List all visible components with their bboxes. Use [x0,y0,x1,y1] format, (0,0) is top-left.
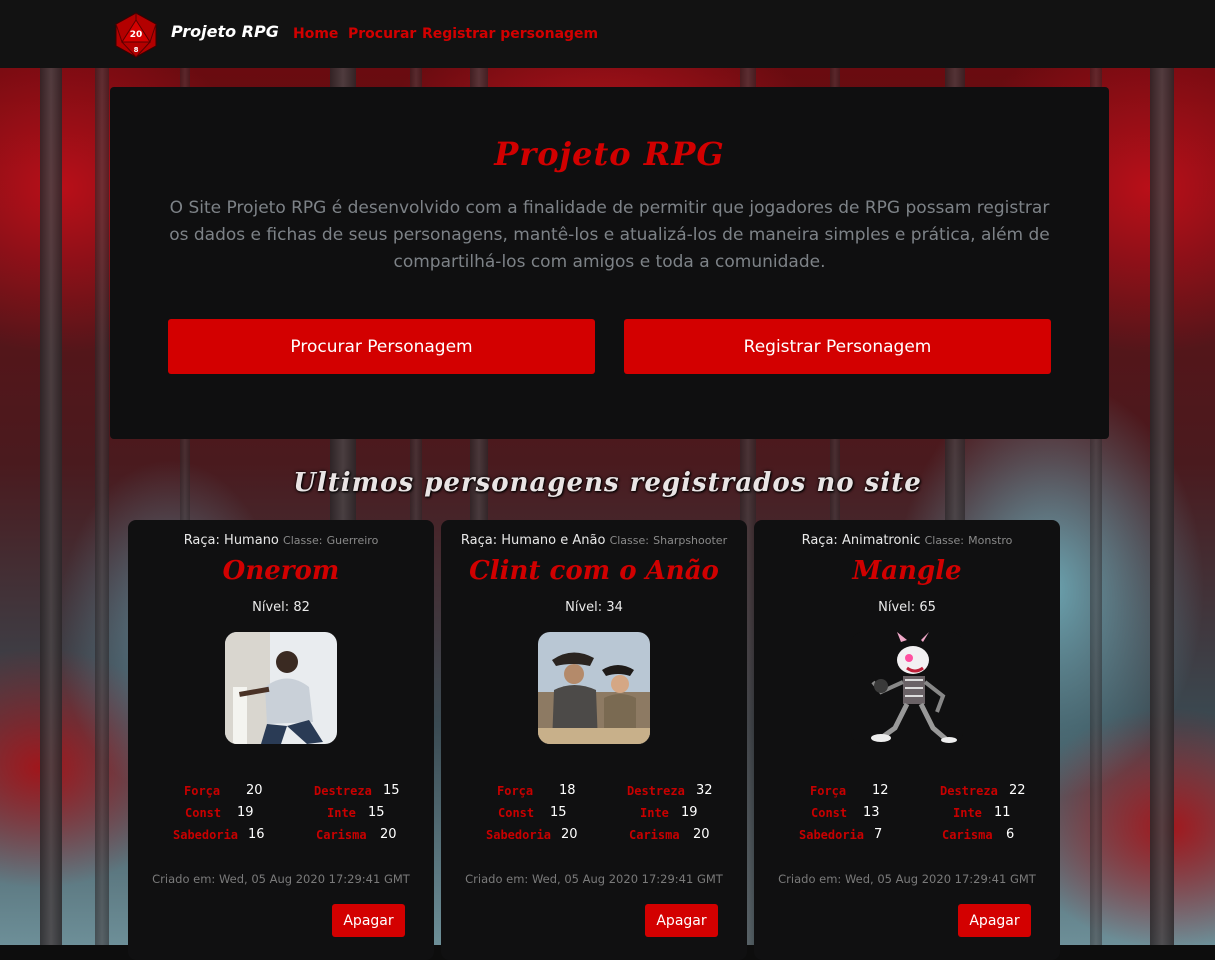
dexterity-value: 32 [696,783,713,798]
class-value: Guerreiro [326,534,379,547]
brand-name[interactable]: Projeto RPG [171,22,279,41]
character-level: Nível: 82 [252,600,310,615]
strength-label: Força [184,784,221,798]
character-avatar [538,632,650,744]
wisdom-value: 20 [561,827,578,842]
charisma-label: Carisma [629,828,680,842]
character-card: Raça: Humano Classe: Guerreiro Onerom Ní… [128,520,434,960]
wisdom-label: Sabedoria [799,828,865,842]
intelligence-value: 19 [681,805,698,820]
character-name[interactable]: Mangle [754,556,1060,586]
delete-button[interactable]: Apagar [332,904,405,937]
character-level: Nível: 34 [565,600,623,615]
delete-button[interactable]: Apagar [645,904,718,937]
navbar: 20 8 Projeto RPG Home Procurar Registrar… [0,0,1215,68]
strength-label: Força [810,784,847,798]
constitution-label: Const [498,806,535,820]
dexterity-label: Destreza [940,784,998,798]
charisma-value: 20 [380,827,397,842]
character-level: Nível: 65 [878,600,936,615]
hero-panel: Projeto RPG O Site Projeto RPG é desenvo… [110,87,1109,439]
hero-description: O Site Projeto RPG é desenvolvido com a … [169,198,1050,272]
character-meta: Raça: Humano e Anão Classe: Sharpshooter [460,533,728,548]
dexterity-label: Destreza [627,784,685,798]
dexterity-value: 15 [383,783,400,798]
character-meta: Raça: Humano Classe: Guerreiro [183,533,379,548]
intelligence-value: 11 [994,805,1011,820]
charisma-value: 6 [1006,827,1015,842]
constitution-label: Const [811,806,848,820]
race-value: Humano e Anão [501,533,606,548]
search-character-button[interactable]: Procurar Personagem [168,319,595,374]
wisdom-label: Sabedoria [486,828,552,842]
race-value: Humano [224,533,279,548]
created-date: Criado em: Wed, 05 Aug 2020 17:29:41 GMT [465,872,723,886]
character-name[interactable]: Clint com o Anão [441,556,747,586]
strength-value: 18 [559,783,576,798]
nav-register-character[interactable]: Registrar personagem [422,26,598,42]
class-value: Monstro [968,534,1013,547]
intelligence-label: Inte [953,806,982,820]
created-date: Criado em: Wed, 05 Aug 2020 17:29:41 GMT [778,872,1036,886]
constitution-value: 15 [550,805,567,820]
character-avatar [851,632,963,744]
svg-text:8: 8 [134,46,139,54]
character-card: Raça: Animatronic Classe: Monstro Mangle… [754,520,1060,960]
svg-text:20: 20 [130,30,143,40]
nav-home[interactable]: Home [293,26,338,42]
hero-title: Projeto RPG [494,135,725,173]
charisma-label: Carisma [942,828,993,842]
dexterity-label: Destreza [314,784,372,798]
constitution-value: 19 [237,805,254,820]
strength-value: 20 [246,783,263,798]
d20-logo-icon[interactable]: 20 8 [113,12,159,58]
wisdom-value: 16 [248,827,265,842]
charisma-value: 20 [693,827,710,842]
delete-button[interactable]: Apagar [958,904,1031,937]
section-title: Ultimos personagens registrados no site [293,468,922,498]
intelligence-label: Inte [640,806,669,820]
character-card: Raça: Humano e Anão Classe: Sharpshooter… [441,520,747,960]
wisdom-label: Sabedoria [173,828,239,842]
register-character-button[interactable]: Registrar Personagem [624,319,1051,374]
strength-label: Força [497,784,534,798]
dexterity-value: 22 [1009,783,1026,798]
character-name[interactable]: Onerom [128,556,434,586]
charisma-label: Carisma [316,828,367,842]
class-value: Sharpshooter [653,534,728,547]
character-avatar [225,632,337,744]
strength-value: 12 [872,783,889,798]
nav-search[interactable]: Procurar [348,26,416,42]
constitution-value: 13 [863,805,880,820]
character-meta: Raça: Animatronic Classe: Monstro [801,533,1013,548]
wisdom-value: 7 [874,827,883,842]
intelligence-value: 15 [368,805,385,820]
intelligence-label: Inte [327,806,356,820]
race-value: Animatronic [841,533,921,548]
constitution-label: Const [185,806,222,820]
created-date: Criado em: Wed, 05 Aug 2020 17:29:41 GMT [152,872,410,886]
